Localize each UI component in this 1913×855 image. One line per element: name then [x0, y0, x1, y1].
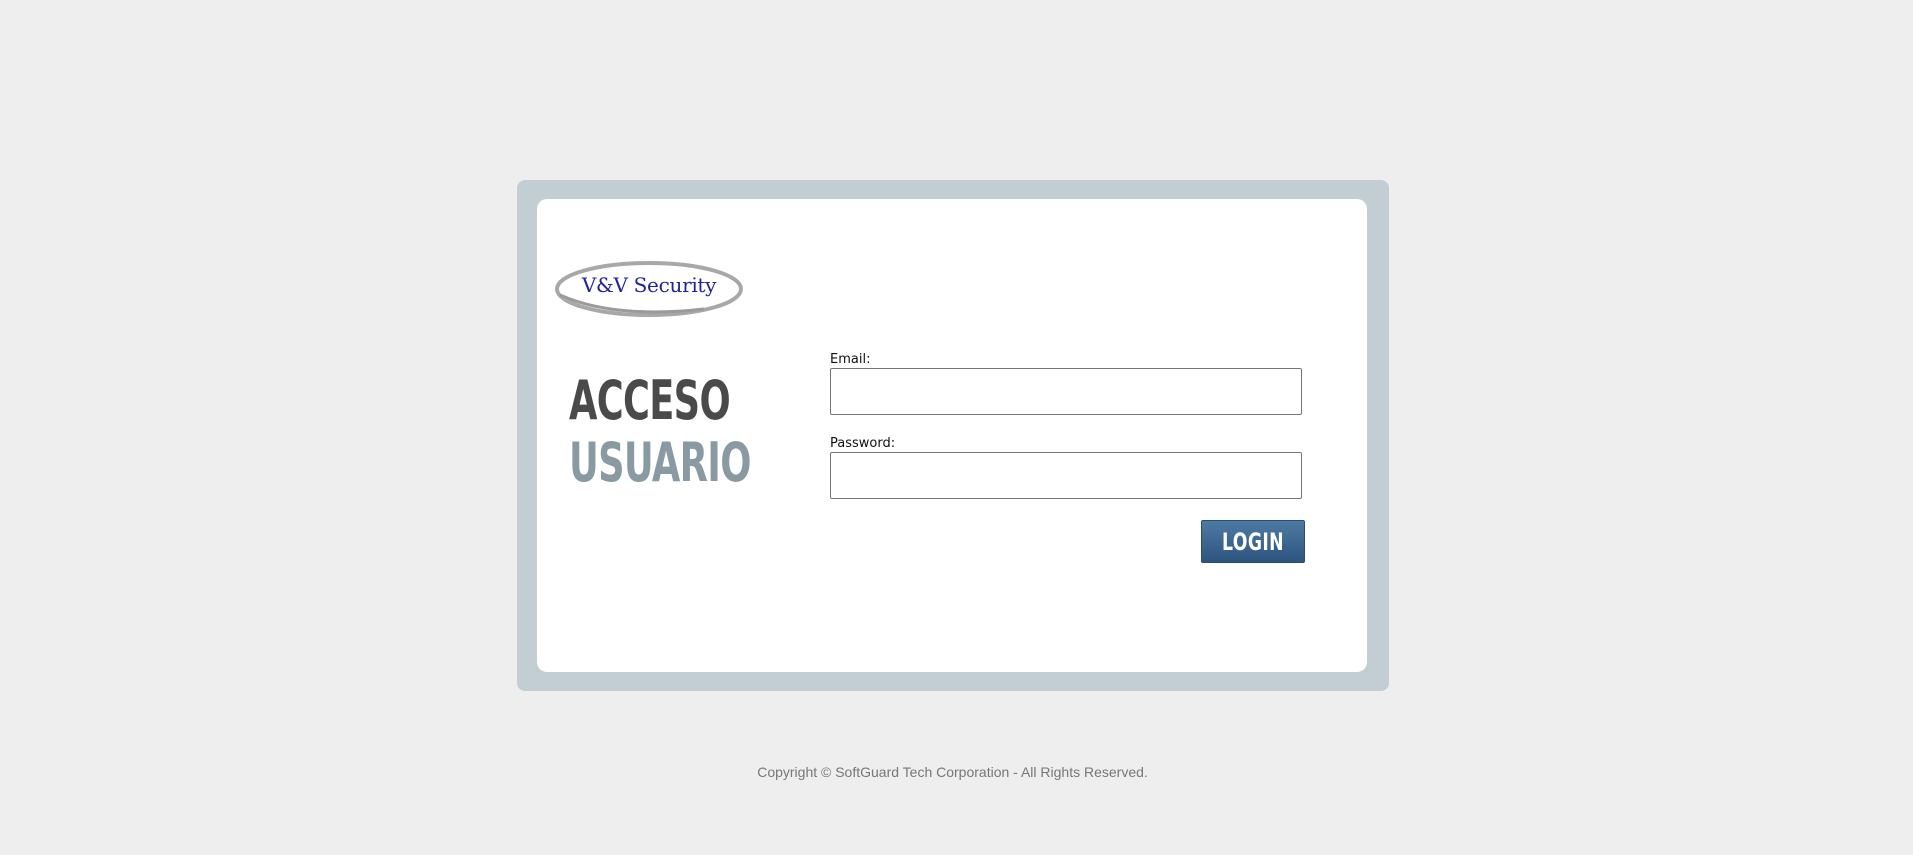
- login-button[interactable]: LOGIN: [1201, 520, 1305, 563]
- heading-line-acceso: ACCESO: [569, 369, 731, 432]
- password-field[interactable]: [830, 452, 1302, 499]
- email-label: Email:: [830, 352, 871, 367]
- login-card: V&V Security ACCESO USUARIO Email: Passw…: [537, 199, 1367, 672]
- page-heading: ACCESO USUARIO: [569, 374, 836, 490]
- heading-line-usuario: USUARIO: [569, 431, 751, 494]
- login-frame: V&V Security ACCESO USUARIO Email: Passw…: [517, 180, 1389, 691]
- company-logo: V&V Security: [554, 257, 744, 323]
- login-button-label: LOGIN: [1222, 527, 1284, 556]
- copyright-text: Copyright © SoftGuard Tech Corporation -…: [757, 764, 1148, 780]
- logo-text: V&V Security: [581, 273, 717, 297]
- email-field[interactable]: [830, 368, 1302, 415]
- password-label: Password:: [830, 436, 896, 451]
